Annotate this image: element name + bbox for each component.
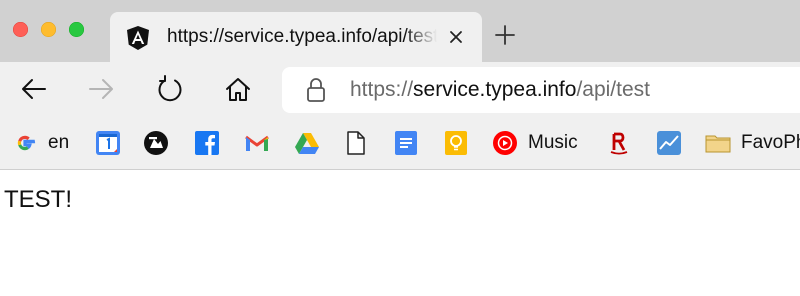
bookmark-favoph-folder[interactable]: FavoPh <box>705 130 800 156</box>
url-path: /api/test <box>576 78 650 101</box>
new-tab-button[interactable] <box>494 24 516 46</box>
bookmarks-bar: en Music FavoPh <box>0 118 800 170</box>
bookmark-logo[interactable] <box>143 130 169 156</box>
document-icon <box>347 131 365 155</box>
tab-title: https://service.typea.info/api/test <box>167 26 437 47</box>
gmail-icon <box>245 135 269 151</box>
navigation-toolbar: https://service.typea.info/api/test <box>0 62 800 118</box>
youtube-music-icon <box>493 131 517 155</box>
page-text: TEST! <box>4 186 73 213</box>
back-button[interactable] <box>19 74 49 104</box>
tab-active[interactable]: https://service.typea.info/api/test <box>110 12 482 62</box>
bookmark-label: en <box>48 132 70 153</box>
bookmark-label: FavoPh <box>741 132 800 153</box>
bookmark-google-docs[interactable] <box>393 130 419 156</box>
minimize-window-button[interactable] <box>41 22 56 37</box>
facebook-icon <box>195 131 219 155</box>
page-content: TEST! <box>0 170 800 296</box>
address-bar[interactable]: https://service.typea.info/api/test <box>282 67 800 113</box>
close-window-button[interactable] <box>13 22 28 37</box>
bookmark-google-calendar[interactable] <box>95 130 121 156</box>
angular-icon <box>127 26 149 50</box>
url-text[interactable]: https://service.typea.info/api/test <box>350 78 650 102</box>
google-icon <box>17 135 36 151</box>
bookmark-stock-chart[interactable] <box>656 130 682 156</box>
home-button[interactable] <box>223 74 253 104</box>
bookmark-facebook[interactable] <box>194 130 220 156</box>
bookmark-music[interactable]: Music <box>492 130 592 156</box>
bookmark-gmail[interactable] <box>244 130 270 156</box>
url-scheme: https:// <box>350 78 414 101</box>
url-host: service.typea.info <box>413 78 577 101</box>
tab-strip: https://service.typea.info/api/test <box>0 0 800 62</box>
bookmark-en[interactable]: en <box>12 130 82 156</box>
bookmark-google-drive[interactable] <box>294 130 320 156</box>
bookmark-logo-icon <box>144 131 168 155</box>
bookmark-rakuten[interactable] <box>606 130 632 156</box>
folder-icon <box>705 135 731 153</box>
google-docs-icon <box>395 131 417 155</box>
close-icon[interactable] <box>448 29 464 45</box>
google-keep-icon <box>445 131 467 155</box>
google-drive-icon <box>295 133 319 154</box>
bookmark-document[interactable] <box>343 130 369 156</box>
bookmark-google-keep[interactable] <box>443 130 469 156</box>
stock-chart-icon <box>657 131 681 155</box>
forward-button[interactable] <box>86 74 116 104</box>
bookmark-label: Music <box>528 132 578 153</box>
zoom-window-button[interactable] <box>69 22 84 37</box>
google-calendar-icon <box>96 131 120 155</box>
lock-icon[interactable] <box>306 77 326 103</box>
rakuten-icon <box>610 132 628 155</box>
reload-button[interactable] <box>155 74 185 104</box>
